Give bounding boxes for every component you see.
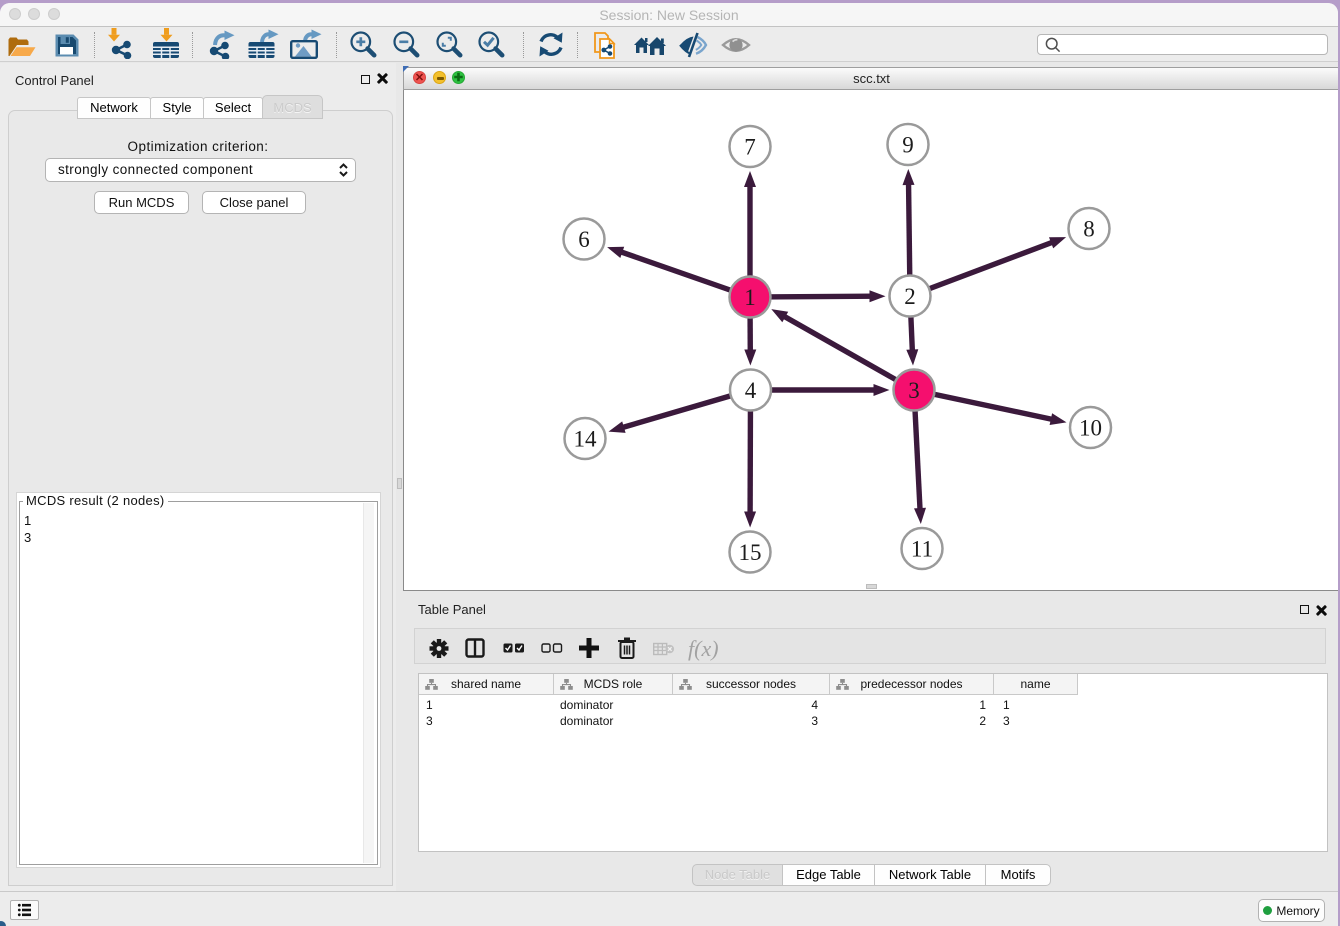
svg-text:14: 14 <box>574 427 598 452</box>
svg-text:8: 8 <box>1083 217 1095 242</box>
svg-text:6: 6 <box>578 227 590 252</box>
svg-text:11: 11 <box>911 537 933 562</box>
svg-text:7: 7 <box>744 135 756 160</box>
svg-text:9: 9 <box>902 133 914 158</box>
svg-text:2: 2 <box>904 284 916 309</box>
svg-text:15: 15 <box>739 540 762 565</box>
svg-text:4: 4 <box>745 378 757 403</box>
svg-text:10: 10 <box>1079 416 1102 441</box>
svg-text:1: 1 <box>744 285 756 310</box>
svg-text:3: 3 <box>908 378 920 403</box>
